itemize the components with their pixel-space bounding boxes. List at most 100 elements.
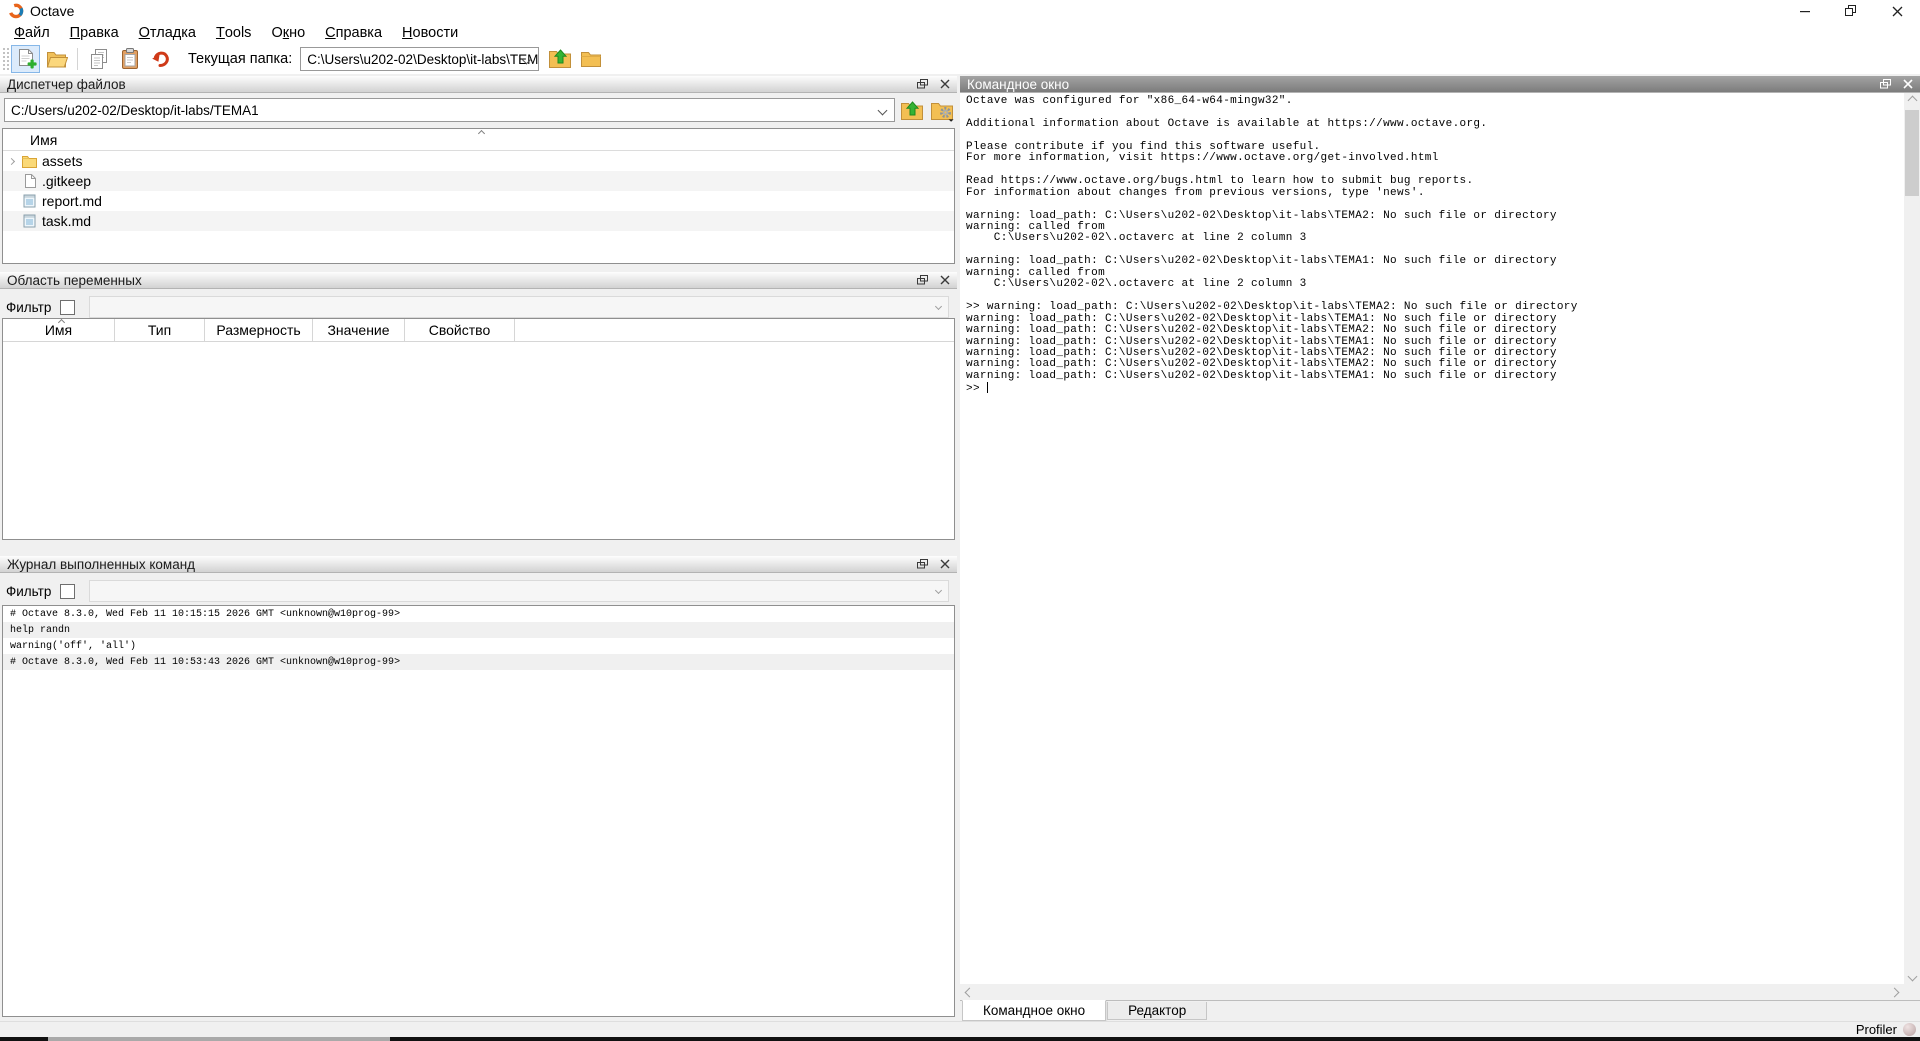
history-entry[interactable]: warning('off', 'all')	[3, 638, 954, 654]
folder-up-button[interactable]	[545, 45, 574, 73]
workspace-column-header-2[interactable]: Тип	[115, 319, 205, 341]
filter-combobox[interactable]	[89, 296, 949, 318]
workspace-column-header-3[interactable]: Размерность	[205, 319, 313, 341]
scroll-up-button[interactable]	[1904, 93, 1920, 108]
workspace-column-header-1[interactable]: Имя	[3, 319, 115, 341]
open-button[interactable]	[42, 45, 71, 73]
taskbar-edge	[0, 1037, 1920, 1041]
file-name: task.md	[42, 213, 91, 229]
command-window-titlebar[interactable]: Командное окно	[960, 76, 1920, 93]
current-folder-combobox[interactable]: C:\Users\u202-02\Desktop\it-labs\TEMA1	[300, 47, 539, 71]
text-cursor	[987, 382, 988, 393]
file-name: .gitkeep	[42, 173, 91, 189]
browse-folder-button[interactable]	[576, 45, 605, 73]
history-entry[interactable]: help randn	[3, 622, 954, 638]
command-window-output-area[interactable]: Octave was configured for "x86_64-w64-mi…	[960, 93, 1904, 984]
profiler-indicator-icon[interactable]	[1903, 1023, 1916, 1036]
close-panel-button[interactable]	[940, 559, 950, 569]
menu-item-5[interactable]: Окно	[261, 22, 315, 44]
paste-button[interactable]	[115, 45, 144, 73]
undock-button[interactable]	[917, 559, 928, 569]
tab-editor[interactable]: Редактор	[1107, 1002, 1207, 1020]
close-icon	[940, 79, 950, 89]
vertical-scrollbar[interactable]	[1904, 93, 1920, 984]
filter-checkbox[interactable]	[60, 584, 75, 599]
close-panel-button[interactable]	[1903, 79, 1913, 89]
workspace-table: ИмяТипРазмерностьЗначениеСвойство	[2, 318, 955, 540]
file-name: report.md	[42, 193, 102, 209]
undock-icon	[917, 79, 928, 89]
new-script-button[interactable]	[11, 45, 40, 73]
scroll-down-button[interactable]	[1904, 969, 1920, 984]
copy-button[interactable]	[84, 45, 113, 73]
scrollbar-thumb[interactable]	[1905, 110, 1919, 196]
menu-item-7[interactable]: Новости	[392, 22, 468, 44]
command-output: Octave was configured for "x86_64-w64-mi…	[960, 93, 1904, 396]
file-list: Имя assets .gitkeep report.md task.md	[2, 128, 955, 264]
close-panel-button[interactable]	[940, 79, 950, 89]
file-browser-titlebar[interactable]: Диспетчер файлов	[0, 76, 957, 93]
command-window-panel: Командное окно Octave was configured for…	[960, 74, 1920, 1021]
folder-up-icon	[900, 100, 924, 122]
scroll-left-button[interactable]	[962, 984, 977, 1000]
history-entry[interactable]: # Octave 8.3.0, Wed Feb 11 10:15:15 2026…	[3, 606, 954, 622]
menu-item-3[interactable]: Отладка	[129, 22, 206, 44]
close-icon	[940, 559, 950, 569]
open-folder-icon	[46, 48, 68, 70]
undo-button[interactable]	[146, 45, 175, 73]
command-window-title: Командное окно	[967, 77, 1069, 92]
text-file-icon	[19, 194, 40, 208]
menu-item-6[interactable]: Справка	[315, 22, 392, 44]
tab-command-window[interactable]: Командное окно	[962, 1000, 1106, 1021]
restore-button[interactable]	[1828, 0, 1874, 22]
command-tabbar: Командное окноРедактор	[960, 1000, 1920, 1021]
copy-icon	[88, 48, 110, 70]
scroll-right-button[interactable]	[1887, 984, 1902, 1000]
horizontal-scrollbar[interactable]	[960, 984, 1904, 1000]
paste-icon	[119, 48, 141, 70]
octave-logo-icon	[8, 3, 24, 19]
menu-item-2[interactable]: Правка	[60, 22, 129, 44]
workspace-titlebar[interactable]: Область переменных	[0, 272, 957, 289]
toolbar-drag-handle[interactable]	[2, 47, 10, 71]
chevron-down-icon	[935, 303, 942, 310]
current-folder-value: C:\Users\u202-02\Desktop\it-labs\TEMA1	[307, 52, 539, 67]
left-dock-area: Диспетчер файлов C:/Users/u202-02/Deskto…	[0, 74, 957, 1021]
filter-combobox[interactable]	[89, 580, 949, 602]
chevron-down-icon	[878, 106, 888, 116]
undock-icon	[917, 559, 928, 569]
file-row-assets[interactable]: assets	[3, 151, 954, 171]
menu-item-4[interactable]: Tools	[206, 22, 261, 44]
undo-icon	[150, 48, 172, 70]
filter-checkbox[interactable]	[60, 300, 75, 315]
file-browser-title: Диспетчер файлов	[7, 77, 126, 92]
undock-button[interactable]	[917, 275, 928, 285]
close-icon	[1892, 6, 1903, 17]
close-panel-button[interactable]	[940, 275, 950, 285]
fb-folder-up-button[interactable]	[898, 98, 925, 123]
workspace-title: Область переменных	[7, 273, 142, 288]
close-button[interactable]	[1874, 0, 1920, 22]
file-row-task-md[interactable]: task.md	[3, 211, 954, 231]
undock-button[interactable]	[917, 79, 928, 89]
minimize-button[interactable]	[1782, 0, 1828, 22]
file-row-report-md[interactable]: report.md	[3, 191, 954, 211]
history-filter-row: Фильтр	[0, 579, 957, 603]
folder-icon	[19, 155, 40, 168]
toolbar-separator	[77, 48, 78, 70]
undock-button[interactable]	[1880, 79, 1891, 89]
history-entry[interactable]: # Octave 8.3.0, Wed Feb 11 10:53:43 2026…	[3, 654, 954, 670]
workspace-column-header-4[interactable]: Значение	[313, 319, 405, 341]
workspace-column-header-5[interactable]: Свойство	[405, 319, 515, 341]
main-toolbar: Текущая папка: C:\Users\u202-02\Desktop\…	[0, 44, 1920, 74]
menu-item-1[interactable]: Файл	[4, 22, 60, 44]
history-title: Журнал выполненных команд	[7, 557, 195, 572]
file-row--gitkeep[interactable]: .gitkeep	[3, 171, 954, 191]
workspace-table-header: ИмяТипРазмерностьЗначениеСвойство	[3, 319, 954, 342]
expander-icon[interactable]	[3, 159, 19, 164]
fb-actions-button[interactable]	[928, 98, 955, 123]
sort-ascending-icon	[57, 319, 64, 326]
name-column-header[interactable]: Имя	[3, 129, 954, 151]
history-titlebar[interactable]: Журнал выполненных команд	[0, 556, 957, 573]
file-path-combobox[interactable]: C:/Users/u202-02/Desktop/it-labs/TEMA1	[4, 98, 895, 122]
